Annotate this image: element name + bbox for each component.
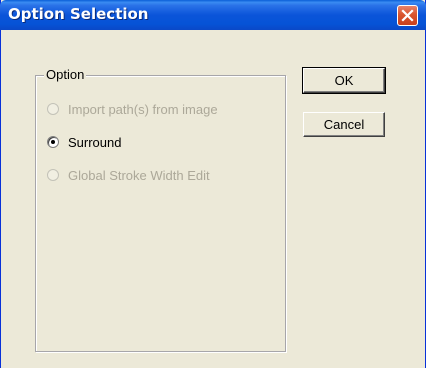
ok-button[interactable]: OK — [302, 67, 386, 94]
radio-label-surround[interactable]: Surround — [68, 135, 121, 150]
title-bar[interactable]: Option Selection — [0, 0, 426, 30]
radio-button-disabled-icon — [47, 103, 59, 115]
radio-global-stroke-width: Global Stroke Width Edit — [47, 166, 210, 184]
dialog-title: Option Selection — [8, 5, 149, 23]
radio-button-selected-icon[interactable] — [47, 136, 59, 148]
option-group-label: Option — [44, 67, 87, 82]
radio-label-import-paths: Import path(s) from image — [68, 101, 218, 117]
radio-import-paths: Import path(s) from image — [47, 100, 218, 118]
radio-surround[interactable]: Surround — [47, 133, 121, 151]
cancel-button[interactable]: Cancel — [303, 112, 385, 137]
radio-label-global-stroke-width: Global Stroke Width Edit — [68, 167, 210, 183]
close-icon — [401, 9, 414, 22]
radio-button-disabled-icon — [47, 169, 59, 181]
close-button[interactable] — [397, 5, 418, 26]
